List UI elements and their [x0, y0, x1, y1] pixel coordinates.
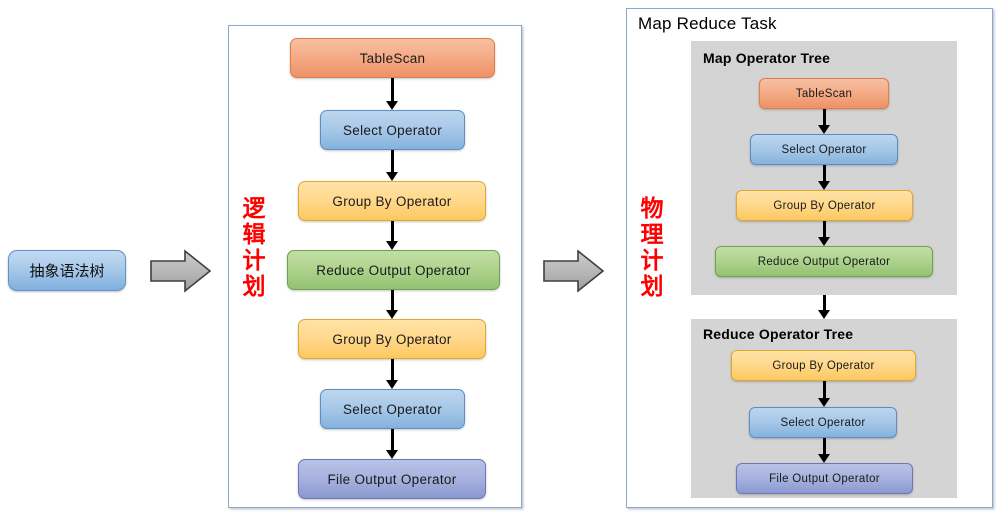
node-label: File Output Operator — [769, 472, 880, 485]
node-label: Group By Operator — [332, 331, 452, 347]
arrow-map-tree-to-reduce-tree — [817, 295, 831, 319]
node-label: Select Operator — [781, 143, 867, 156]
map-node-select: Select Operator — [750, 134, 898, 165]
logical-node-file-output: File Output Operator — [298, 459, 486, 499]
physical-plan-char-4: 划 — [640, 273, 664, 300]
abstract-syntax-tree-label: 抽象语法树 — [29, 262, 105, 280]
node-label: Select Operator — [342, 122, 443, 138]
node-label: TableScan — [359, 50, 426, 66]
reduce-node-file-output: File Output Operator — [736, 463, 913, 494]
logical-plan-side-label: 逻 辑 计 划 — [240, 196, 268, 300]
logical-node-groupby-2: Group By Operator — [298, 319, 486, 359]
logical-plan-char-1: 逻 — [242, 196, 266, 222]
physical-plan-char-1: 物 — [640, 196, 664, 222]
arrow-reduce-groupby-to-select — [817, 381, 831, 407]
logical-node-reduce-output: Reduce Output Operator — [287, 250, 500, 290]
arrow-reduceoutput-to-groupby-2 — [385, 290, 399, 319]
reduce-node-select: Select Operator — [749, 407, 897, 438]
node-label: Select Operator — [780, 416, 866, 429]
map-node-tablescan: TableScan — [759, 78, 889, 109]
reduce-node-groupby: Group By Operator — [731, 350, 916, 381]
node-label: Select Operator — [342, 401, 443, 417]
logical-node-select-1: Select Operator — [320, 110, 465, 150]
logical-node-groupby-1: Group By Operator — [298, 181, 486, 221]
arrow-map-select-to-groupby — [817, 165, 831, 190]
logical-node-select-2: Select Operator — [320, 389, 465, 429]
arrow-reduce-select-to-fileoutput — [817, 438, 831, 463]
physical-plan-side-label: 物 理 计 划 — [638, 196, 666, 300]
arrow-map-groupby-to-reduceoutput — [817, 221, 831, 246]
node-label: Group By Operator — [332, 193, 452, 209]
map-operator-tree-title: Map Operator Tree — [703, 50, 831, 66]
physical-plan-char-2: 理 — [640, 221, 664, 248]
map-node-reduce-output: Reduce Output Operator — [715, 246, 933, 277]
logical-plan-char-3: 计 — [242, 247, 266, 274]
logical-plan-char-2: 辑 — [242, 221, 266, 248]
map-reduce-task-title: Map Reduce Task — [638, 14, 777, 33]
arrow-groupby-2-to-select-2 — [385, 359, 399, 389]
physical-plan-char-3: 计 — [640, 247, 664, 274]
arrow-select-2-to-fileoutput — [385, 429, 399, 459]
map-node-groupby: Group By Operator — [736, 190, 913, 221]
abstract-syntax-tree-box: 抽象语法树 — [8, 250, 126, 291]
reduce-operator-tree-title: Reduce Operator Tree — [703, 326, 854, 342]
logical-node-tablescan: TableScan — [290, 38, 495, 78]
arrow-select-to-groupby-1 — [385, 150, 399, 181]
arrow-groupby-to-reduceoutput — [385, 221, 399, 250]
block-arrow-logical-to-physical — [541, 248, 607, 294]
block-arrow-ast-to-logical — [148, 248, 214, 294]
arrow-tablescan-to-select — [385, 78, 399, 110]
node-label: Reduce Output Operator — [316, 262, 471, 278]
node-label: File Output Operator — [327, 471, 457, 487]
node-label: Reduce Output Operator — [757, 255, 891, 268]
node-label: Group By Operator — [773, 199, 876, 212]
arrow-map-tablescan-to-select — [817, 109, 831, 134]
logical-plan-char-4: 划 — [242, 273, 266, 300]
node-label: TableScan — [795, 87, 853, 100]
node-label: Group By Operator — [772, 359, 875, 372]
